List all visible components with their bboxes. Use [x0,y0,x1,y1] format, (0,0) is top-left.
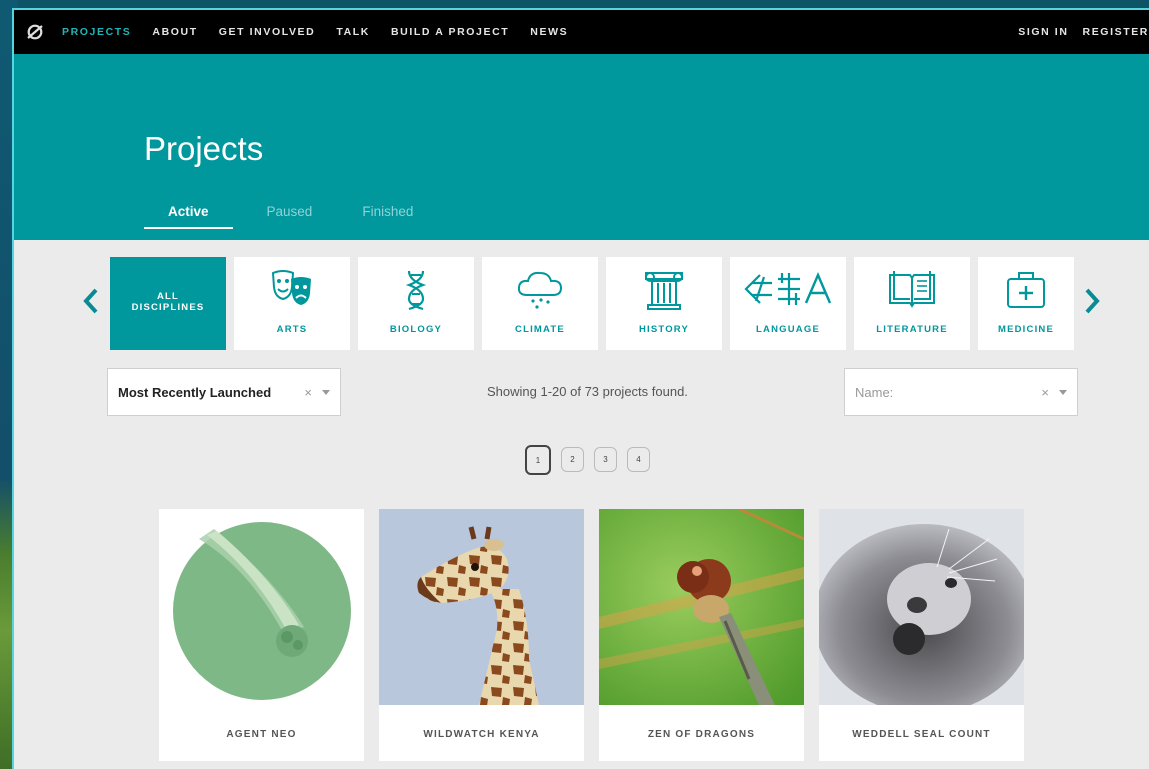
nav-projects[interactable]: PROJECTS [62,26,131,38]
discipline-arts[interactable]: ARTS [234,257,350,350]
discipline-all[interactable]: ALL DISCIPLINES [110,257,226,350]
sort-value: Most Recently Launched [118,384,272,400]
browser-page: PROJECTS ABOUT GET INVOLVED TALK BUILD A… [14,10,1149,769]
discipline-history[interactable]: HISTORY [606,257,722,350]
sort-clear-icon[interactable]: × [304,385,312,400]
project-card[interactable]: ZEN OF DRAGONS [599,509,804,761]
page-button-1[interactable]: 1 [525,445,551,475]
carousel-prev-icon[interactable] [80,286,102,316]
discipline-biology[interactable]: BIOLOGY [358,257,474,350]
pagination: 1 2 3 4 [525,445,660,475]
project-image-zen-of-dragons [599,509,804,705]
discipline-medicine[interactable]: MEDICINE [978,257,1074,350]
chevron-down-icon[interactable] [1059,389,1067,395]
discipline-climate[interactable]: CLIMATE [482,257,598,350]
nav-talk[interactable]: TALK [336,26,370,38]
page-button-3[interactable]: 3 [594,447,617,472]
discipline-language[interactable]: LANGUAGE [730,257,846,350]
project-title: ZEN OF DRAGONS [647,729,756,740]
discipline-label: BIOLOGY [389,324,443,335]
discipline-label: ALL DISCIPLINES [131,291,205,313]
page-button-2[interactable]: 2 [561,447,584,472]
nav-build-a-project[interactable]: BUILD A PROJECT [391,26,509,38]
project-title: WEDDELL SEAL COUNT [852,729,991,740]
tab-finished[interactable]: Finished [346,204,429,229]
project-image-agent-neo [159,509,364,705]
discipline-label: MEDICINE [997,324,1055,335]
page-header: Projects Active Paused Finished [14,54,1149,240]
project-title: AGENT NEO [226,729,297,740]
project-card[interactable]: WEDDELL SEAL COUNT [819,509,1024,761]
discipline-label: LANGUAGE [756,324,820,335]
discipline-literature[interactable]: LITERATURE [854,257,970,350]
project-card[interactable]: AGENT NEO [159,509,364,761]
discipline-label: ARTS [276,324,308,335]
name-filter[interactable]: Name: × [844,368,1078,416]
column-icon [606,269,722,313]
nav-get-involved[interactable]: GET INVOLVED [219,26,316,38]
discipline-label: LITERATURE [876,324,948,335]
rain-cloud-icon [482,269,598,313]
nav-news[interactable]: NEWS [530,26,568,38]
page-title: Projects [144,130,264,167]
sort-select[interactable]: Most Recently Launched × [107,368,341,416]
sign-in-link[interactable]: SIGN IN [1018,26,1068,38]
top-nav: PROJECTS ABOUT GET INVOLVED TALK BUILD A… [14,10,1149,54]
chevron-down-icon[interactable] [322,389,330,395]
theater-masks-icon [234,269,350,313]
project-card[interactable]: WILDWATCH KENYA [379,509,584,761]
page-button-4[interactable]: 4 [627,447,650,472]
discipline-carousel: ALL DISCIPLINES ARTS BIOLOGY CLIMATE HIS… [110,257,1074,350]
glyphs-icon [730,269,846,313]
tab-active[interactable]: Active [144,204,233,229]
status-tabs: Active Paused Finished [144,204,447,229]
name-clear-icon[interactable]: × [1041,385,1049,400]
project-title: WILDWATCH KENYA [423,729,540,740]
nav-about[interactable]: ABOUT [152,26,197,38]
discipline-label: CLIMATE [515,324,565,335]
register-link[interactable]: REGISTER [1083,26,1149,38]
discipline-label: HISTORY [638,324,690,335]
tab-paused[interactable]: Paused [251,204,329,229]
nav-account-links: SIGN IN REGISTER [1004,26,1149,38]
project-image-wildwatch-kenya [379,509,584,705]
medical-kit-icon [978,269,1074,313]
project-grid: AGENT NEO WILDWATCH KENYA ZEN OF DRAGONS… [159,509,1039,761]
name-filter-placeholder: Name: [855,384,894,400]
dna-icon [358,269,474,313]
carousel-next-icon[interactable] [1081,286,1103,316]
results-count: Showing 1-20 of 73 projects found. [487,384,688,399]
zooniverse-logo-icon[interactable] [24,21,46,43]
open-book-icon [854,269,970,313]
project-image-weddell-seal-count [819,509,1024,705]
